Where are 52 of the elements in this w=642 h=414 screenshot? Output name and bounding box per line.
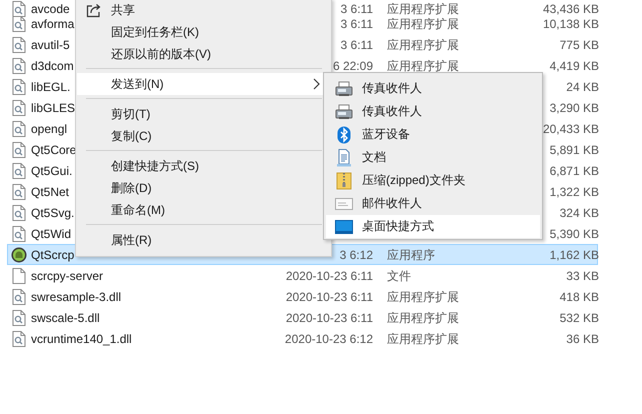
file-size: 10,138 KB: [542, 16, 599, 30]
file-size: 24 KB: [566, 80, 599, 94]
file-type: 应用程序扩展: [387, 332, 459, 346]
file-size: 5,390 KB: [550, 226, 599, 240]
file-size: 33 KB: [566, 268, 599, 282]
file-name: scrcpy-server: [31, 268, 104, 282]
file-size: 6,871 KB: [550, 164, 599, 178]
file-type: 应用程序: [387, 248, 435, 262]
file-name: d3dcom: [31, 58, 74, 72]
file-date: 2020-10-23 6:11: [286, 268, 373, 282]
file-name: avforma: [31, 16, 74, 30]
file-size: 43,436 KB: [542, 4, 599, 14]
file-type: 应用程序扩展: [387, 58, 459, 72]
file-size: 418 KB: [560, 290, 599, 304]
file-type: 应用程序扩展: [387, 38, 459, 52]
file-name: libGLES: [31, 100, 76, 114]
file-size: 3,290 KB: [550, 100, 599, 114]
file-name: opengl: [31, 122, 68, 136]
file-type: 应用程序扩展: [387, 290, 459, 304]
file-name: Qt5Core: [31, 142, 76, 156]
file-type: 应用程序扩展: [387, 310, 459, 324]
file-name: swresample-3.dll: [31, 290, 122, 304]
file-name: Qt5Net: [31, 184, 70, 198]
file-name: vcruntime140_1.dll: [31, 332, 132, 346]
file-name: Qt5Svg.: [31, 206, 74, 220]
file-date: 3 6:11: [340, 16, 373, 30]
file-name: avcode: [31, 4, 70, 14]
file-name: Qt5Gui.: [31, 164, 72, 178]
file-date: 2020-10-23 6:11: [286, 310, 373, 324]
file-date: 2020-10-23 6:11: [286, 290, 373, 304]
file-size: 1,162 KB: [550, 248, 599, 262]
file-size: 36 KB: [566, 332, 599, 346]
file-size: 775 KB: [560, 38, 599, 52]
file-date: 6 22:09: [332, 58, 373, 72]
file-size: 324 KB: [560, 206, 599, 220]
file-date: 2020-10-23 6:12: [284, 332, 373, 346]
file-size: 4,419 KB: [550, 58, 599, 72]
file-date: 3 6:11: [340, 4, 373, 14]
file-size: 20,433 KB: [542, 122, 599, 136]
file-name: Qt5Wid: [31, 226, 72, 240]
file-size: 1,322 KB: [550, 184, 599, 198]
file-name: libEGL.: [31, 80, 70, 94]
file-type: 应用程序扩展: [387, 16, 459, 30]
file-name: QtScrcp: [31, 248, 74, 262]
file-size: 5,891 KB: [550, 142, 599, 156]
file-date: 3 6:12: [340, 248, 373, 262]
file-type: 文件: [387, 268, 411, 282]
file-name: swscale-5.dll: [31, 310, 100, 324]
file-name: avutil-5: [31, 38, 70, 52]
file-date: 3 6:11: [340, 38, 373, 52]
file-size: 532 KB: [560, 310, 599, 324]
file-type: 应用程序扩展: [387, 4, 459, 14]
